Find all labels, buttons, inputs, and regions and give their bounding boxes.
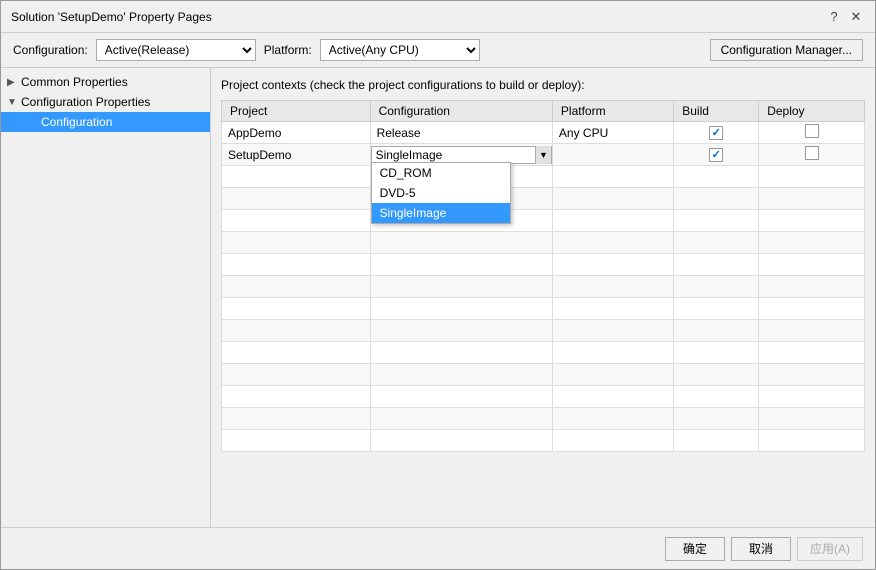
title-bar-left: Solution 'SetupDemo' Property Pages <box>11 10 212 24</box>
col-deploy: Deploy <box>759 101 865 122</box>
cell-build-1 <box>674 122 759 144</box>
table-row <box>222 386 865 408</box>
table-row <box>222 210 865 232</box>
dropdown-popup: CD_ROM DVD-5 SingleImage <box>371 162 511 224</box>
sidebar-label-common: Common Properties <box>21 75 128 89</box>
tree-arrow-common: ▶ <box>7 77 21 88</box>
cell-deploy-2 <box>759 144 865 166</box>
table-row: SetupDemo SingleImage ▼ CD_ROM DVD-5 Sin… <box>222 144 865 166</box>
dialog-title: Solution 'SetupDemo' Property Pages <box>11 10 212 24</box>
cell-project-1: AppDemo <box>222 122 371 144</box>
apply-button[interactable]: 应用(A) <box>797 537 863 561</box>
toolbar-row: Configuration: Active(Release) Platform:… <box>1 33 875 68</box>
cell-platform-2 <box>552 144 673 166</box>
table-row <box>222 342 865 364</box>
tree-arrow-config-props: ▼ <box>7 97 21 108</box>
title-bar-controls: ? ✕ <box>825 8 865 26</box>
table-wrapper: Project Configuration Platform Build Dep… <box>221 100 865 517</box>
col-project: Project <box>222 101 371 122</box>
cell-deploy-1 <box>759 122 865 144</box>
platform-label: Platform: <box>264 43 312 57</box>
cell-config-2: SingleImage ▼ CD_ROM DVD-5 SingleImage <box>370 144 552 166</box>
build-checkbox-1[interactable] <box>709 126 723 140</box>
sidebar-item-configuration[interactable]: Configuration <box>1 112 210 132</box>
dropdown-item-cdrom[interactable]: CD_ROM <box>372 163 510 183</box>
deploy-checkbox-1[interactable] <box>805 124 819 138</box>
sidebar: ▶ Common Properties ▼ Configuration Prop… <box>1 68 211 527</box>
table-row <box>222 320 865 342</box>
title-bar: Solution 'SetupDemo' Property Pages ? ✕ <box>1 1 875 33</box>
table-row <box>222 188 865 210</box>
panel-description: Project contexts (check the project conf… <box>221 78 865 92</box>
table-row <box>222 254 865 276</box>
right-panel: Project contexts (check the project conf… <box>211 68 875 527</box>
cell-build-2 <box>674 144 759 166</box>
table-row <box>222 298 865 320</box>
sidebar-item-configuration-properties[interactable]: ▼ Configuration Properties <box>1 92 210 112</box>
ok-button[interactable]: 确定 <box>665 537 725 561</box>
platform-select[interactable]: Active(Any CPU) <box>320 39 480 61</box>
build-checkbox-2[interactable] <box>709 148 723 162</box>
table-row <box>222 232 865 254</box>
dialog: Solution 'SetupDemo' Property Pages ? ✕ … <box>0 0 876 570</box>
help-button[interactable]: ? <box>825 8 843 26</box>
dropdown-item-dvd5[interactable]: DVD-5 <box>372 183 510 203</box>
deploy-checkbox-2[interactable] <box>805 146 819 160</box>
close-button[interactable]: ✕ <box>847 8 865 26</box>
footer: 确定 取消 应用(A) <box>1 527 875 569</box>
config-table: Project Configuration Platform Build Dep… <box>221 100 865 452</box>
col-configuration: Configuration <box>370 101 552 122</box>
cancel-button[interactable]: 取消 <box>731 537 791 561</box>
table-row: AppDemo Release Any CPU <box>222 122 865 144</box>
sidebar-label-configuration: Configuration <box>41 115 112 129</box>
dropdown-selected-text: SingleImage <box>372 148 535 162</box>
config-dropdown-2[interactable]: SingleImage ▼ <box>371 146 552 164</box>
table-row <box>222 408 865 430</box>
table-row <box>222 166 865 188</box>
table-row <box>222 430 865 452</box>
sidebar-label-config-props: Configuration Properties <box>21 95 150 109</box>
sidebar-item-common-properties[interactable]: ▶ Common Properties <box>1 72 210 92</box>
dropdown-item-singleimage[interactable]: SingleImage <box>372 203 510 223</box>
table-row <box>222 276 865 298</box>
col-platform: Platform <box>552 101 673 122</box>
cell-project-2: SetupDemo <box>222 144 371 166</box>
dropdown-arrow-icon: ▼ <box>535 146 551 164</box>
configuration-select[interactable]: Active(Release) <box>96 39 256 61</box>
configuration-label: Configuration: <box>13 43 88 57</box>
table-row <box>222 364 865 386</box>
config-manager-button[interactable]: Configuration Manager... <box>710 39 863 61</box>
main-content: ▶ Common Properties ▼ Configuration Prop… <box>1 68 875 527</box>
cell-config-1: Release <box>370 122 552 144</box>
col-build: Build <box>674 101 759 122</box>
cell-platform-1: Any CPU <box>552 122 673 144</box>
